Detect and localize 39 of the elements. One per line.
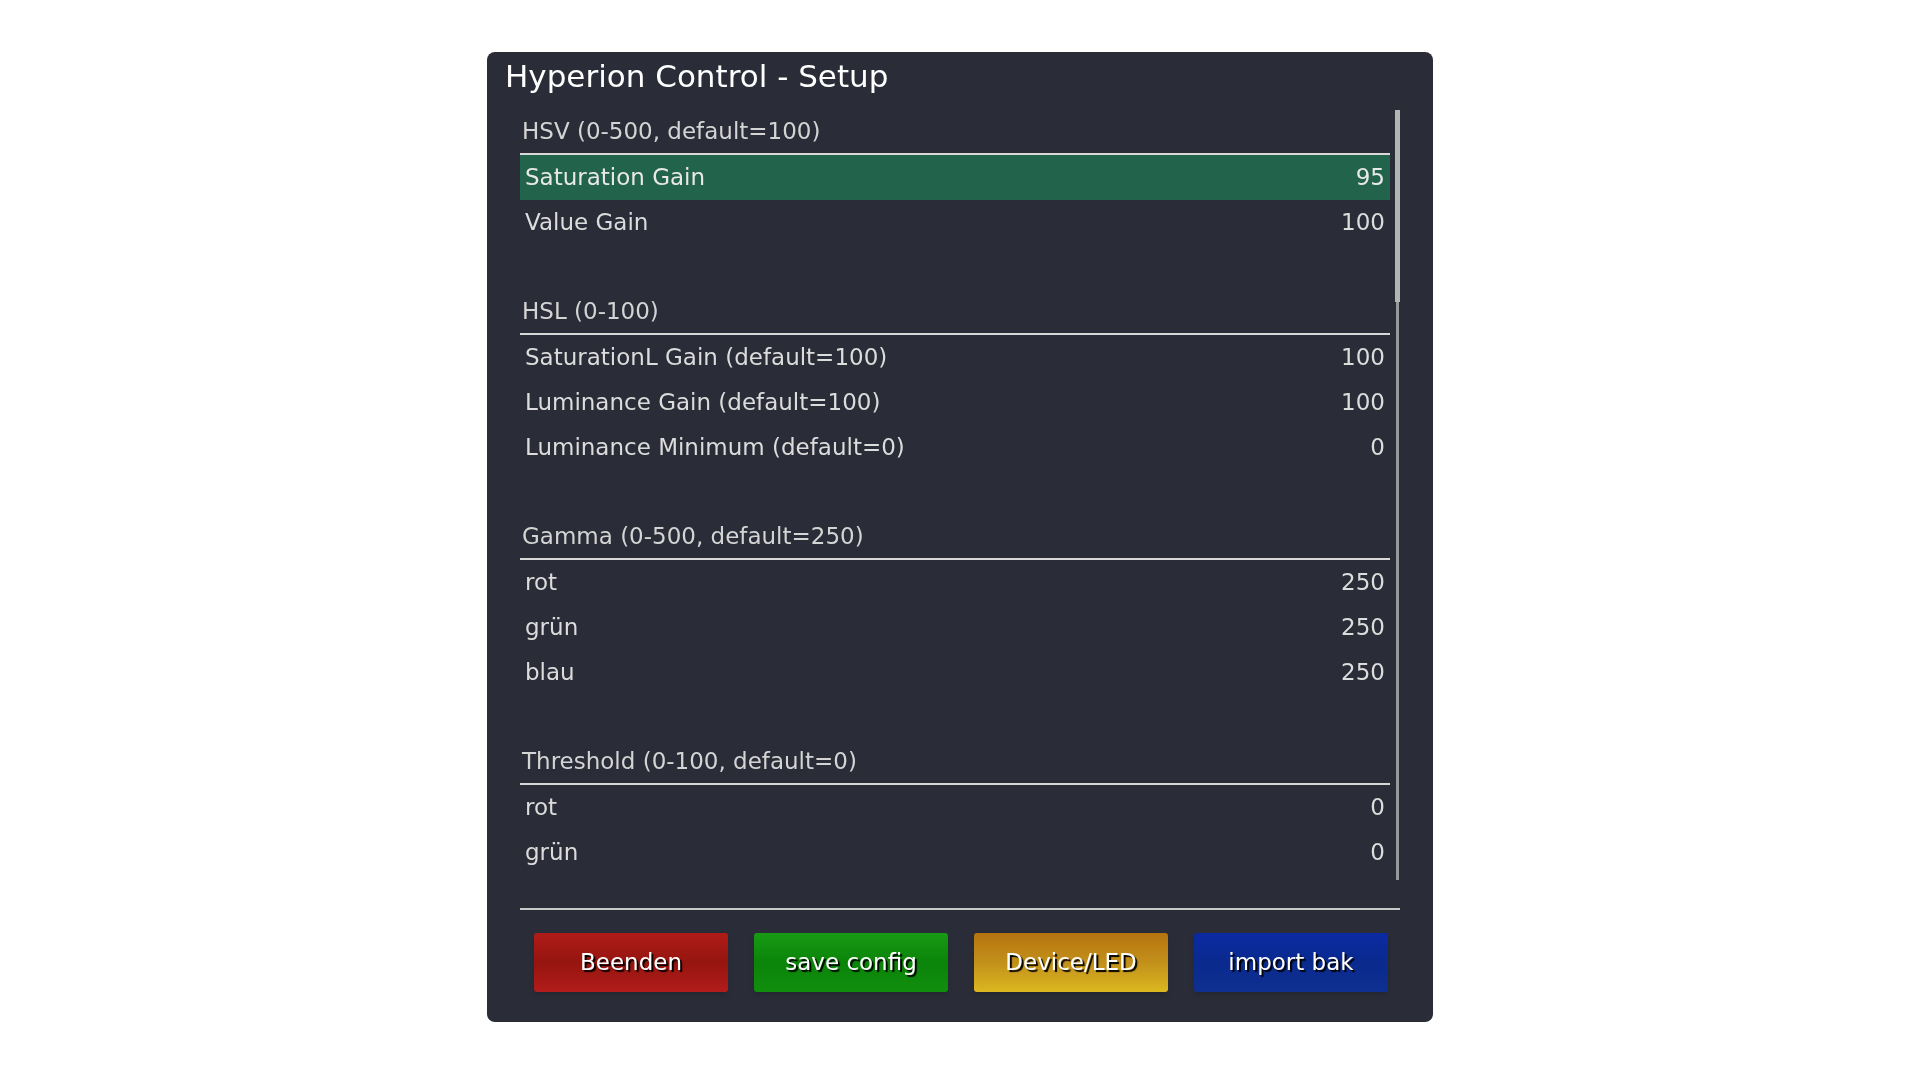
setting-value: 250 (1341, 658, 1385, 688)
setting-label: Luminance Gain (default=100) (525, 388, 881, 418)
setting-row[interactable]: blau 250 (520, 650, 1390, 695)
section-heading: Threshold (0-100, default=0) (522, 747, 857, 777)
setting-label: Saturation Gain (525, 163, 706, 193)
setting-row[interactable]: Saturation Gain 95 (520, 155, 1390, 200)
setting-row[interactable]: Value Gain 100 (520, 200, 1390, 245)
setting-value: 250 (1341, 568, 1385, 598)
setting-label: grün (525, 613, 579, 643)
setting-label: rot (525, 568, 558, 598)
setting-value: 0 (1370, 793, 1385, 823)
action-button[interactable]: Beenden (534, 933, 728, 992)
setting-value: 250 (1341, 613, 1385, 643)
window-title: Hyperion Control - Setup (505, 57, 889, 96)
setting-value: 0 (1370, 433, 1385, 463)
setting-row[interactable]: Luminance Gain (default=100) 100 (520, 380, 1390, 425)
setting-label: Value Gain (525, 208, 649, 238)
setting-label: grün (525, 838, 579, 868)
setting-row[interactable]: grün 0 (520, 830, 1390, 875)
section-heading: Gamma (0-500, default=250) (522, 522, 864, 552)
setting-row[interactable]: grün 250 (520, 605, 1390, 650)
section-heading: HSV (0-500, default=100) (522, 117, 821, 147)
section-heading: HSL (0-100) (522, 297, 659, 327)
action-button[interactable]: import bak (1194, 933, 1388, 992)
setting-label: blau (525, 658, 575, 688)
setting-value: 100 (1341, 343, 1385, 373)
setting-row[interactable]: Luminance Minimum (default=0) 0 (520, 425, 1390, 470)
setting-label: SaturationL Gain (default=100) (525, 343, 888, 373)
setting-row[interactable]: rot 0 (520, 785, 1390, 830)
setting-row[interactable]: rot 250 (520, 560, 1390, 605)
scrollbar[interactable] (1396, 110, 1399, 880)
action-button[interactable]: save config (754, 933, 948, 992)
setting-value: 100 (1341, 208, 1385, 238)
setting-row[interactable]: SaturationL Gain (default=100) 100 (520, 335, 1390, 380)
setting-label: rot (525, 793, 558, 823)
setting-label: Luminance Minimum (default=0) (525, 433, 905, 463)
setting-value: 95 (1355, 163, 1385, 193)
setting-value: 100 (1341, 388, 1385, 418)
setting-value: 0 (1370, 838, 1385, 868)
